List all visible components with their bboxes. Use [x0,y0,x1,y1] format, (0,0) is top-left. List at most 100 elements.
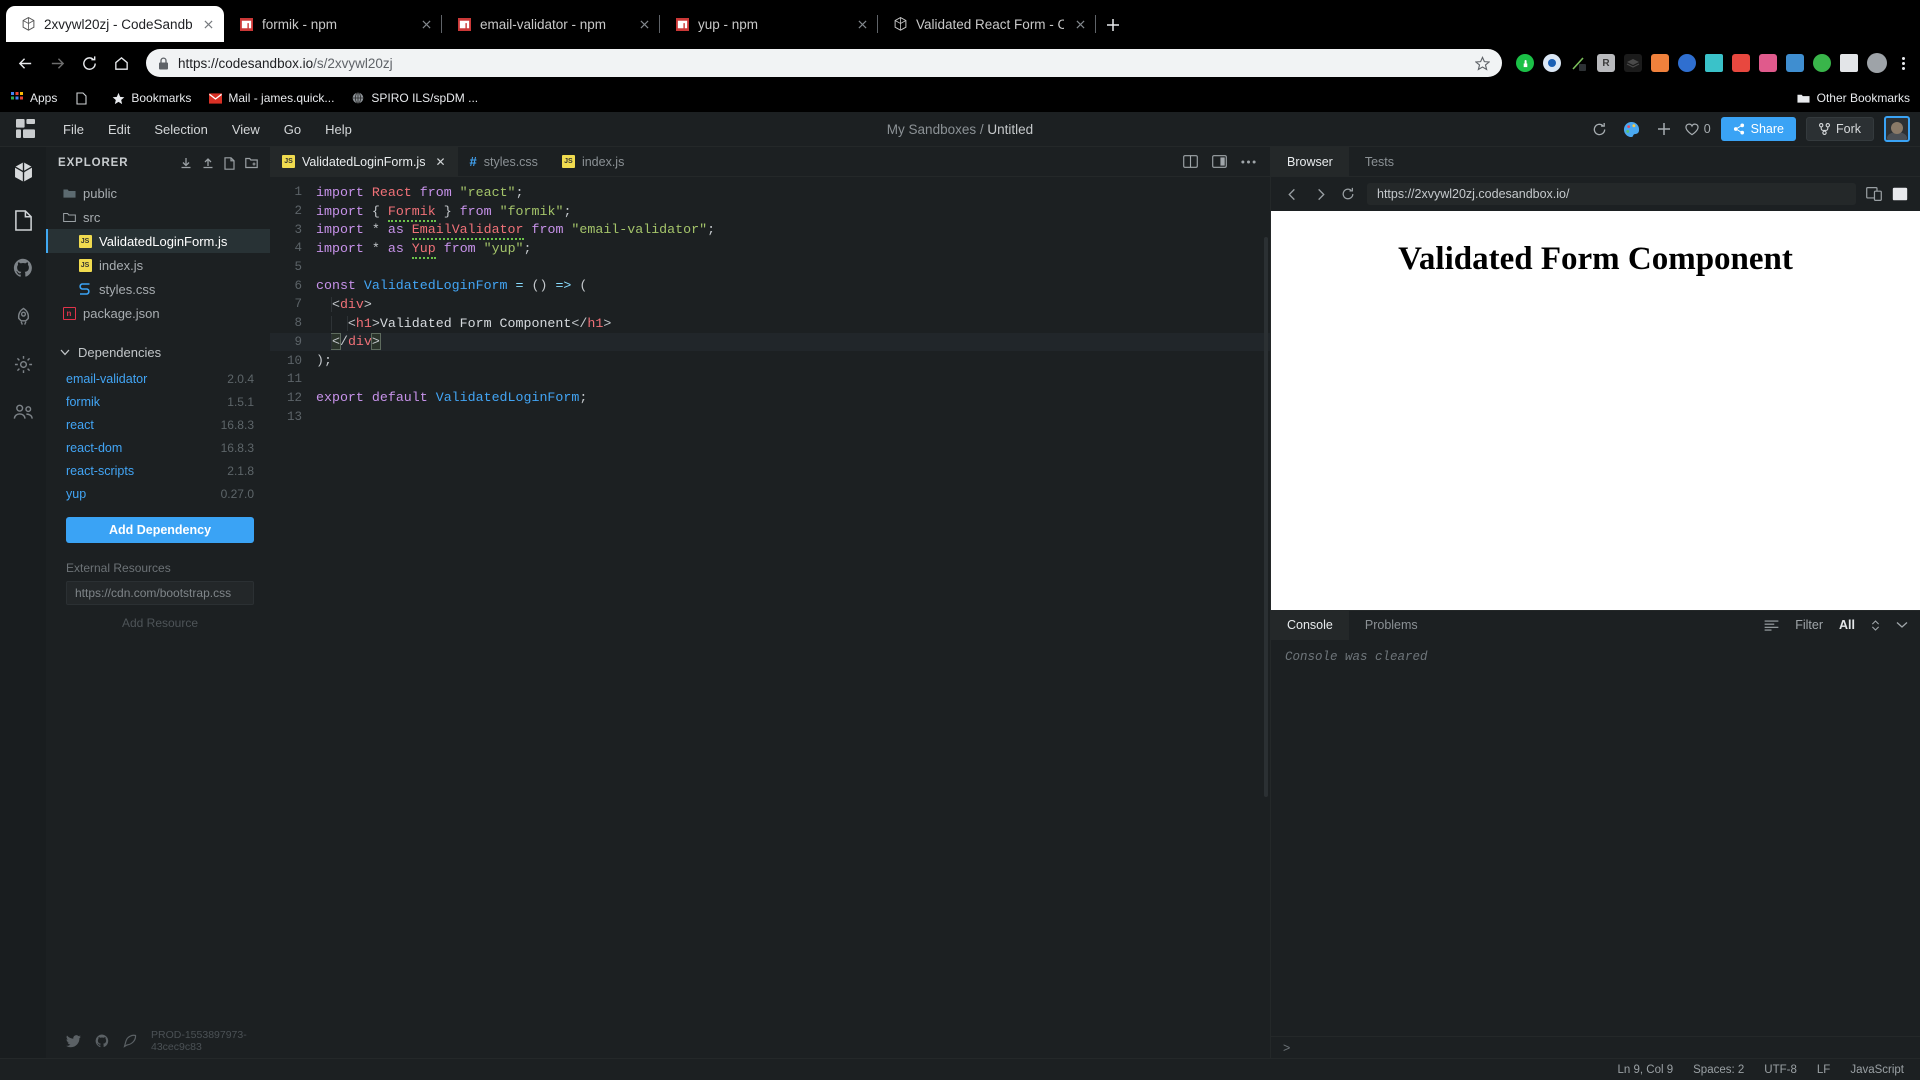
tab-console[interactable]: Console [1271,611,1349,640]
ext-orange-icon[interactable] [1651,54,1669,72]
back-arrow-icon[interactable] [1283,185,1301,203]
fork-button[interactable]: Fork [1806,117,1874,141]
browser-tab-2[interactable]: email-validator - npm [442,6,660,42]
dependency-row[interactable]: formik 1.5.1 [46,390,270,413]
plus-icon[interactable] [1653,118,1675,140]
ext-pink-icon[interactable] [1759,54,1777,72]
codesandbox-grid-logo[interactable] [0,112,52,147]
close-icon[interactable]: ✕ [435,155,445,169]
dependency-row[interactable]: react-scripts 2.1.8 [46,459,270,482]
feather-icon[interactable] [123,1034,137,1048]
console-filter-input[interactable]: Filter [1795,618,1823,632]
upload-icon[interactable] [201,157,214,170]
ext-green2-icon[interactable] [1813,54,1831,72]
twitter-icon[interactable] [66,1035,81,1048]
dependencies-header[interactable]: Dependencies [46,337,270,367]
files-icon[interactable] [8,157,38,187]
ext-profile-icon[interactable] [1867,53,1887,73]
user-avatar[interactable] [1884,116,1910,142]
forward-arrow-icon[interactable] [1311,185,1329,203]
editor-scrollbar[interactable] [1264,237,1268,797]
browser-tab-3[interactable]: yup - npm [660,6,878,42]
close-icon[interactable] [636,16,652,32]
file-node-package-json[interactable]: n package.json [46,301,270,325]
star-icon[interactable] [1475,56,1490,71]
dependency-row[interactable]: yup 0.27.0 [46,482,270,505]
ext-gray-icon[interactable]: R [1597,54,1615,72]
ext-teal-icon[interactable] [1786,54,1804,72]
dependency-row[interactable]: react 16.8.3 [46,413,270,436]
tab-browser[interactable]: Browser [1271,147,1349,176]
ext-pen-icon[interactable] [1570,54,1588,72]
bookmark-bookmarks[interactable]: Bookmarks [111,91,191,105]
ext-red-icon[interactable] [1732,54,1750,72]
share-button[interactable]: Share [1721,117,1796,141]
dependency-row[interactable]: react-dom 16.8.3 [46,436,270,459]
external-window-icon[interactable] [1892,187,1908,201]
refresh-icon[interactable] [1589,118,1611,140]
reload-icon[interactable] [74,48,104,78]
ext-green-icon[interactable] [1516,54,1534,72]
menu-edit[interactable]: Edit [97,118,141,141]
back-arrow-icon[interactable] [10,48,40,78]
download-icon[interactable] [179,157,192,170]
code-content[interactable]: 1 import React from "react"; 2 import { … [270,177,1270,1058]
sandbox-name[interactable]: Untitled [987,122,1033,137]
encoding-setting[interactable]: UTF-8 [1764,1064,1797,1076]
split-editor-icon[interactable] [1183,155,1198,168]
color-palette-icon[interactable] [1621,118,1643,140]
menu-view[interactable]: View [221,118,271,141]
new-file-icon[interactable] [223,157,236,170]
other-bookmarks[interactable]: Other Bookmarks [1797,91,1910,105]
browser-tab-0[interactable]: 2xvywl20zj - CodeSandbox [6,6,224,42]
bookmark-page[interactable] [74,91,94,105]
tab-tests[interactable]: Tests [1349,147,1410,176]
file-node-public[interactable]: public [46,181,270,205]
bookmark-spiro[interactable]: SPIRO ILS/spDM ... [351,91,478,105]
indentation-setting[interactable]: Spaces: 2 [1693,1064,1744,1076]
likes-counter[interactable]: 0 [1685,122,1711,136]
editor-tab-styles[interactable]: # styles.css [458,147,550,176]
add-dependency-button[interactable]: Add Dependency [66,517,254,543]
ext-blue2-icon[interactable] [1678,54,1696,72]
bookmark-mail[interactable]: Mail - james.quick... [208,91,334,105]
sandbox-info-icon[interactable] [8,205,38,235]
preview-url-input[interactable]: https://2xvywl20zj.codesandbox.io/ [1367,183,1856,205]
github-icon[interactable] [95,1034,109,1048]
dependency-row[interactable]: email-validator 2.0.4 [46,367,270,390]
file-node-index[interactable]: JS index.js [46,253,270,277]
console-prompt[interactable]: > [1271,1036,1920,1058]
chevron-down-icon[interactable] [1896,621,1908,629]
console-output[interactable]: Console was cleared > [1271,640,1920,1059]
file-node-styles[interactable]: styles.css [46,277,270,301]
menu-help[interactable]: Help [314,118,363,141]
new-tab-button[interactable] [1096,8,1130,42]
new-folder-icon[interactable] [245,157,258,170]
clear-console-icon[interactable] [1764,620,1779,631]
reload-icon[interactable] [1339,185,1357,203]
responsive-mode-icon[interactable] [1866,187,1882,201]
cursor-position[interactable]: Ln 9, Col 9 [1618,1064,1674,1076]
more-options-icon[interactable] [1241,160,1256,164]
console-level-label[interactable]: All [1839,618,1855,632]
editor-tab-validatedloginform[interactable]: JS ValidatedLoginForm.js ✕ [270,147,458,176]
ext-dark-icon[interactable] [1624,54,1642,72]
ext-cyan-icon[interactable] [1705,54,1723,72]
language-mode[interactable]: JavaScript [1850,1064,1904,1076]
breadcrumb[interactable]: My Sandboxes [887,122,976,137]
live-collab-icon[interactable] [8,397,38,427]
eol-setting[interactable]: LF [1817,1064,1830,1076]
close-icon[interactable] [1072,16,1088,32]
close-icon[interactable] [418,16,434,32]
editor-tab-index[interactable]: JS index.js [550,147,636,176]
ext-white-icon[interactable] [1840,54,1858,72]
tab-problems[interactable]: Problems [1349,611,1434,640]
menu-selection[interactable]: Selection [143,118,218,141]
forward-arrow-icon[interactable] [42,48,72,78]
settings-icon[interactable] [8,349,38,379]
preview-iframe[interactable]: Validated Form Component [1271,211,1920,610]
close-icon[interactable] [854,16,870,32]
ext-menu-icon[interactable] [1896,54,1910,72]
home-icon[interactable] [106,48,136,78]
address-bar[interactable]: https://codesandbox.io/s/2xvywl20zj [146,49,1502,77]
